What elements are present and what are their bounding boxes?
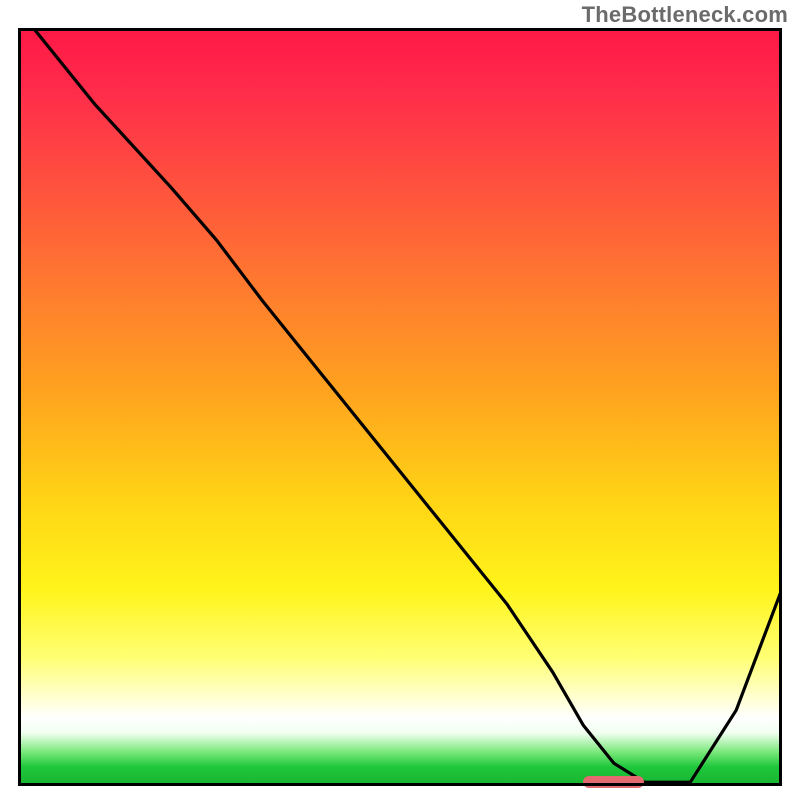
watermark-text: TheBottleneck.com — [582, 2, 788, 28]
plot-area — [18, 28, 782, 786]
gradient-background — [18, 28, 782, 786]
chart-frame: TheBottleneck.com — [0, 0, 800, 800]
